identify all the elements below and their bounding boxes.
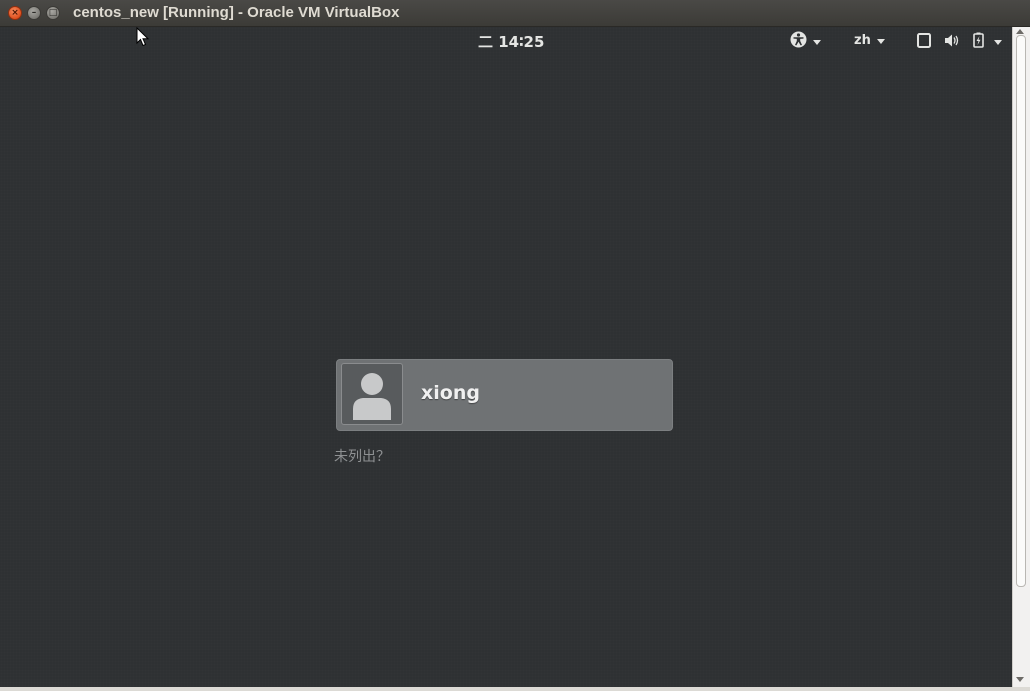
scrollbar-thumb[interactable] bbox=[1016, 35, 1026, 587]
not-listed-link[interactable]: 未列出？ bbox=[334, 446, 390, 466]
window-title-bar[interactable]: × – □ centos_new [Running] - Oracle VM V… bbox=[0, 0, 1030, 27]
system-menu[interactable] bbox=[917, 32, 1002, 52]
window-title: centos_new [Running] - Oracle VM Virtual… bbox=[73, 4, 400, 21]
language-label: zh bbox=[854, 33, 871, 48]
close-icon: × bbox=[11, 7, 19, 18]
vertical-scrollbar[interactable] bbox=[1012, 27, 1030, 687]
gnome-top-bar: 二 14∶25 zh bbox=[0, 27, 1012, 53]
maximize-icon: □ bbox=[48, 7, 58, 18]
user-list-item[interactable]: xiong bbox=[336, 359, 673, 431]
user-name-label: xiong bbox=[421, 382, 480, 404]
language-dropdown-caret-icon bbox=[876, 38, 885, 44]
scroll-down-icon[interactable] bbox=[1016, 677, 1024, 682]
window-maximize-button[interactable]: □ bbox=[46, 6, 60, 20]
scroll-up-icon[interactable] bbox=[1016, 29, 1024, 34]
battery-icon bbox=[973, 32, 984, 52]
mouse-pointer-icon bbox=[136, 26, 150, 47]
language-menu[interactable]: zh bbox=[854, 33, 885, 48]
vm-display[interactable]: 二 14∶25 zh xiong 未列出？ bbox=[0, 27, 1012, 687]
window-bottom-edge bbox=[0, 687, 1030, 691]
volume-icon bbox=[944, 33, 961, 52]
clock-label[interactable]: 二 14∶25 bbox=[478, 31, 544, 52]
default-user-avatar-icon bbox=[341, 363, 403, 425]
minimize-icon: – bbox=[31, 7, 37, 18]
accessibility-dropdown-caret-icon bbox=[813, 39, 821, 45]
accessibility-menu[interactable] bbox=[790, 31, 821, 52]
system-dropdown-caret-icon bbox=[994, 40, 1002, 45]
window-minimize-button[interactable]: – bbox=[27, 6, 41, 20]
accessibility-icon bbox=[790, 31, 807, 52]
virtualbox-window: × – □ centos_new [Running] - Oracle VM V… bbox=[0, 0, 1030, 691]
window-close-button[interactable]: × bbox=[8, 6, 22, 20]
display-icon bbox=[917, 32, 931, 52]
